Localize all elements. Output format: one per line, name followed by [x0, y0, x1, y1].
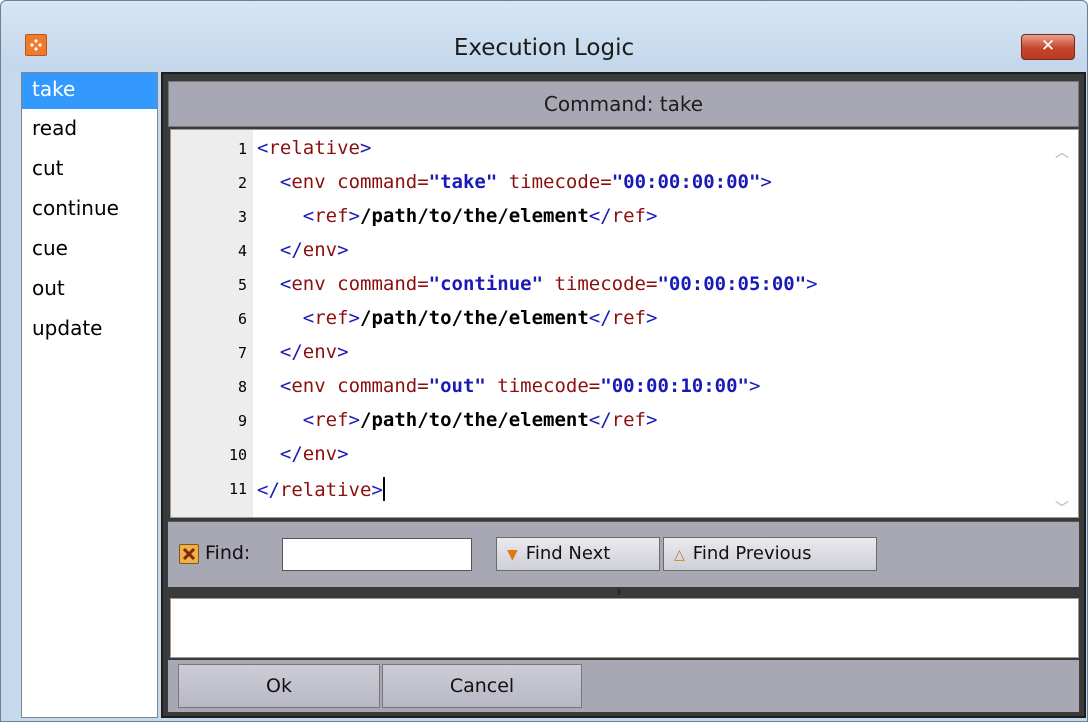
line-number: 2 [237, 174, 247, 192]
code-line: 5 <env command="continue" timecode="00:0… [171, 270, 1078, 303]
ok-button[interactable]: Ok [178, 664, 380, 708]
command-item-out[interactable]: out [22, 269, 157, 309]
command-item-take[interactable]: take [22, 73, 157, 109]
command-item-cut[interactable]: cut [22, 149, 157, 189]
command-item-continue[interactable]: continue [22, 189, 157, 229]
command-list[interactable]: take read cut continue cue out update [21, 72, 158, 718]
line-number: 5 [237, 276, 247, 294]
find-previous-label: Find Previous [692, 543, 812, 564]
find-label: Find: [205, 542, 251, 564]
status-area [170, 598, 1079, 658]
code-line: 2 <env command="take" timecode="00:00:00… [171, 168, 1078, 201]
code-editor[interactable]: 1 <relative> 2 <env command="take" timec… [170, 129, 1079, 518]
splitter[interactable] [168, 587, 1079, 597]
main-panel: Command: take 1 <relative> 2 <env comman… [161, 72, 1086, 718]
window-title: Execution Logic [453, 35, 635, 61]
line-number: 7 [237, 344, 247, 362]
line-number: 8 [237, 378, 247, 396]
dialog-window: Execution Logic ✕ take read cut continue… [0, 0, 1088, 722]
find-input[interactable] [282, 538, 472, 571]
code-line: 6 <ref>/path/to/the/element</ref> [171, 304, 1078, 337]
splitter-handle[interactable] [618, 589, 620, 595]
text-cursor [382, 477, 385, 501]
command-item-read[interactable]: read [22, 109, 157, 149]
code-line: 9 <ref>/path/to/the/element</ref> [171, 406, 1078, 439]
find-next-button[interactable]: ▼ Find Next [496, 537, 660, 571]
line-number: 3 [237, 208, 247, 226]
line-number: 4 [237, 242, 247, 260]
scroll-up-icon[interactable]: ︿ [1054, 142, 1070, 161]
close-find-icon[interactable] [179, 544, 199, 564]
command-item-update[interactable]: update [22, 309, 157, 349]
command-item-cue[interactable]: cue [22, 229, 157, 269]
command-header: Command: take [168, 81, 1079, 127]
code-line: 11 </relative> [171, 474, 1078, 507]
find-bar: Find: ▼ Find Next △ Find Previous [168, 521, 1079, 587]
title-bar[interactable]: Execution Logic ✕ [1, 1, 1087, 71]
code-line: 1 <relative> [171, 134, 1078, 167]
close-button[interactable]: ✕ [1021, 34, 1075, 60]
code-line: 4 </env> [171, 236, 1078, 269]
code-line: 10 </env> [171, 440, 1078, 473]
code-line: 7 </env> [171, 338, 1078, 371]
find-previous-button[interactable]: △ Find Previous [663, 537, 877, 571]
line-number: 11 [228, 480, 247, 498]
code-line: 3 <ref>/path/to/the/element</ref> [171, 202, 1078, 235]
triangle-down-icon: ▼ [507, 547, 518, 563]
button-bar: Ok Cancel [168, 660, 1079, 712]
line-number: 10 [228, 446, 247, 464]
cancel-button[interactable]: Cancel [382, 664, 582, 708]
triangle-up-icon: △ [674, 547, 685, 563]
line-number: 1 [237, 140, 247, 158]
scroll-down-icon[interactable]: ﹀ [1054, 498, 1070, 517]
code-line: 8 <env command="out" timecode="00:00:10:… [171, 372, 1078, 405]
line-number: 9 [237, 412, 247, 430]
find-next-label: Find Next [525, 543, 611, 564]
line-number: 6 [237, 310, 247, 328]
